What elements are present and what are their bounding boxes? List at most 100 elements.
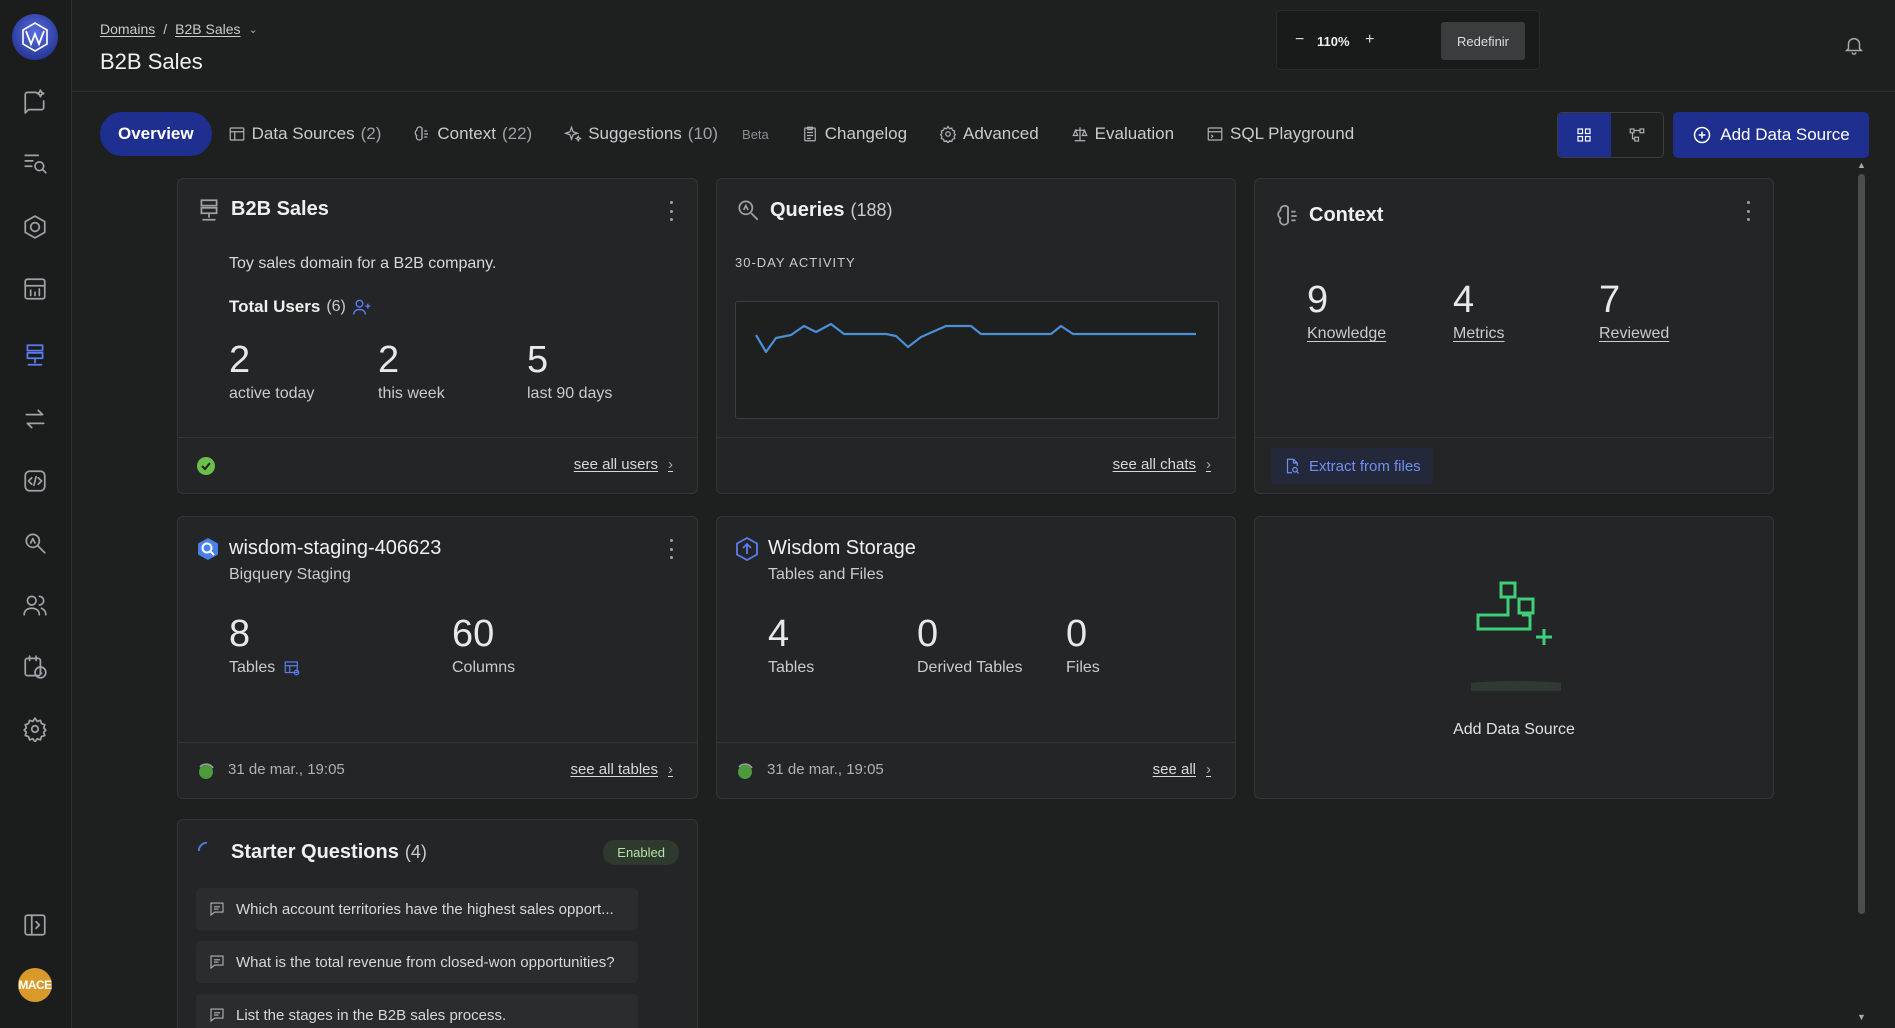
tab-data-sources[interactable]: Data Sources (2) xyxy=(212,112,398,156)
transfer-icon[interactable] xyxy=(18,402,52,436)
grid-icon xyxy=(1577,128,1591,142)
stat-value: 5 xyxy=(527,339,549,381)
clipboard-icon xyxy=(803,126,816,142)
starter-question[interactable]: List the stages in the B2B sales process… xyxy=(196,994,638,1028)
graph-icon xyxy=(1629,128,1645,142)
see-all-users-link[interactable]: see all users › xyxy=(574,456,673,473)
tab-count: (10) xyxy=(687,124,719,143)
starter-question[interactable]: Which account territories have the highe… xyxy=(196,888,638,930)
view-toggle xyxy=(1557,112,1664,158)
stat-value: 4 xyxy=(1453,279,1475,321)
card-footer: see all users › xyxy=(178,437,697,493)
tab-label: Overview xyxy=(118,124,194,143)
enabled-badge: Enabled xyxy=(603,840,679,865)
tab-label: Data Sources xyxy=(251,124,355,143)
tab-evaluation[interactable]: Evaluation xyxy=(1055,112,1190,156)
collapse-sidebar-icon[interactable] xyxy=(18,908,52,942)
table-settings-icon[interactable] xyxy=(283,659,301,677)
stat-value: 60 xyxy=(452,613,495,655)
zoom-out-button[interactable]: − xyxy=(1295,31,1304,49)
see-all-link[interactable]: see all › xyxy=(1153,761,1211,778)
add-source-illustration-icon xyxy=(1471,581,1561,691)
last-sync-time: 31 de mar., 19:05 xyxy=(228,761,345,778)
schedule-icon[interactable] xyxy=(18,650,52,684)
see-all-tables-link[interactable]: see all tables › xyxy=(570,761,673,778)
breadcrumb-separator: / xyxy=(163,21,168,37)
domains-icon[interactable] xyxy=(18,338,52,372)
plus-circle-icon xyxy=(1694,126,1711,144)
card-footer: Extract from files xyxy=(1255,437,1773,493)
zoom-reset-button[interactable]: Redefinir xyxy=(1441,22,1525,60)
knowledge-link[interactable]: Knowledge xyxy=(1307,325,1386,343)
queries-count: (188) xyxy=(850,200,893,220)
explore-icon[interactable] xyxy=(18,526,52,560)
users-icon[interactable] xyxy=(18,588,52,622)
scale-icon xyxy=(1071,127,1088,142)
tab-suggestions[interactable]: Suggestions (10) Beta xyxy=(548,112,785,156)
tab-advanced[interactable]: Advanced xyxy=(923,112,1055,156)
question-text: What is the total revenue from closed-wo… xyxy=(236,953,615,971)
question-text: List the stages in the B2B sales process… xyxy=(236,1006,507,1024)
bigquery-subtitle: Bigquery Staging xyxy=(229,566,351,583)
avatar[interactable]: MACE xyxy=(18,968,52,1002)
tab-context[interactable]: Context (22) xyxy=(397,112,548,156)
check-circle-icon xyxy=(197,457,215,475)
grid-view-button[interactable] xyxy=(1558,113,1611,157)
bell-icon[interactable] xyxy=(1843,34,1865,56)
chevron-right-icon: › xyxy=(1206,761,1211,778)
storage-icon xyxy=(736,537,758,561)
chevron-down-icon[interactable]: ⌄ xyxy=(249,23,258,36)
add-data-source-card[interactable]: Add Data Source xyxy=(1254,516,1774,799)
stat-label: Tables xyxy=(768,659,815,676)
dashboard-icon[interactable] xyxy=(18,272,52,306)
message-icon xyxy=(210,1008,224,1023)
beta-badge: Beta xyxy=(742,126,769,142)
loading-spinner-icon xyxy=(197,841,208,852)
stat-value: 8 xyxy=(229,613,251,655)
bigquery-card: wisdom-staging-406623 Bigquery Staging 8… xyxy=(177,516,698,799)
stat-value: 4 xyxy=(768,613,790,655)
knowledge-icon[interactable] xyxy=(18,210,52,244)
storage-subtitle: Tables and Files xyxy=(768,566,884,583)
search-list-icon[interactable] xyxy=(18,146,52,180)
add-data-source-label: Add Data Source xyxy=(1720,125,1850,144)
sql-icon xyxy=(1207,127,1223,141)
kebab-menu-icon[interactable] xyxy=(668,539,674,559)
queries-title-text: Queries xyxy=(770,199,845,221)
add-data-source-button[interactable]: Add Data Source xyxy=(1673,112,1869,158)
chevron-right-icon: › xyxy=(668,761,673,778)
tab-label: Advanced xyxy=(963,124,1039,143)
scroll-up-icon[interactable]: ▲ xyxy=(1857,160,1866,170)
breadcrumb-domains[interactable]: Domains xyxy=(100,21,155,37)
tab-sql-playground[interactable]: SQL Playground xyxy=(1190,112,1370,156)
extract-from-files-button[interactable]: Extract from files xyxy=(1271,448,1433,484)
kebab-menu-icon[interactable] xyxy=(668,201,674,221)
kebab-menu-icon[interactable] xyxy=(1745,201,1751,221)
scroll-thumb[interactable] xyxy=(1858,174,1865,914)
sync-icon xyxy=(199,763,214,779)
breadcrumb-current[interactable]: B2B Sales xyxy=(175,21,240,37)
tab-changelog[interactable]: Changelog xyxy=(785,112,923,156)
stat-value: 7 xyxy=(1599,279,1621,321)
breadcrumb: Domains / B2B Sales ⌄ xyxy=(100,21,258,37)
starter-title-text: Starter Questions xyxy=(231,841,399,863)
see-all-chats-link[interactable]: see all chats › xyxy=(1113,456,1211,473)
starter-question[interactable]: What is the total revenue from closed-wo… xyxy=(196,941,638,983)
user-plus-icon[interactable] xyxy=(352,297,372,317)
reviewed-link[interactable]: Reviewed xyxy=(1599,325,1669,343)
table-icon xyxy=(229,127,244,141)
scroll-down-icon[interactable]: ▼ xyxy=(1857,1012,1866,1022)
metrics-link[interactable]: Metrics xyxy=(1453,325,1505,343)
starter-title: Starter Questions (4) xyxy=(231,841,427,864)
logo-icon xyxy=(22,22,48,52)
settings-icon[interactable] xyxy=(18,712,52,746)
graph-view-button[interactable] xyxy=(1611,113,1664,157)
chat-icon[interactable] xyxy=(18,84,52,118)
zoom-in-button[interactable]: + xyxy=(1365,31,1374,49)
scrollbar[interactable]: ▲ ▼ xyxy=(1856,160,1866,1028)
code-icon[interactable] xyxy=(18,464,52,498)
app-logo[interactable] xyxy=(12,14,58,60)
tab-overview[interactable]: Overview xyxy=(100,112,212,156)
starter-questions-card: Starter Questions (4) Enabled Which accou… xyxy=(177,819,698,1028)
sync-icon xyxy=(738,763,753,779)
